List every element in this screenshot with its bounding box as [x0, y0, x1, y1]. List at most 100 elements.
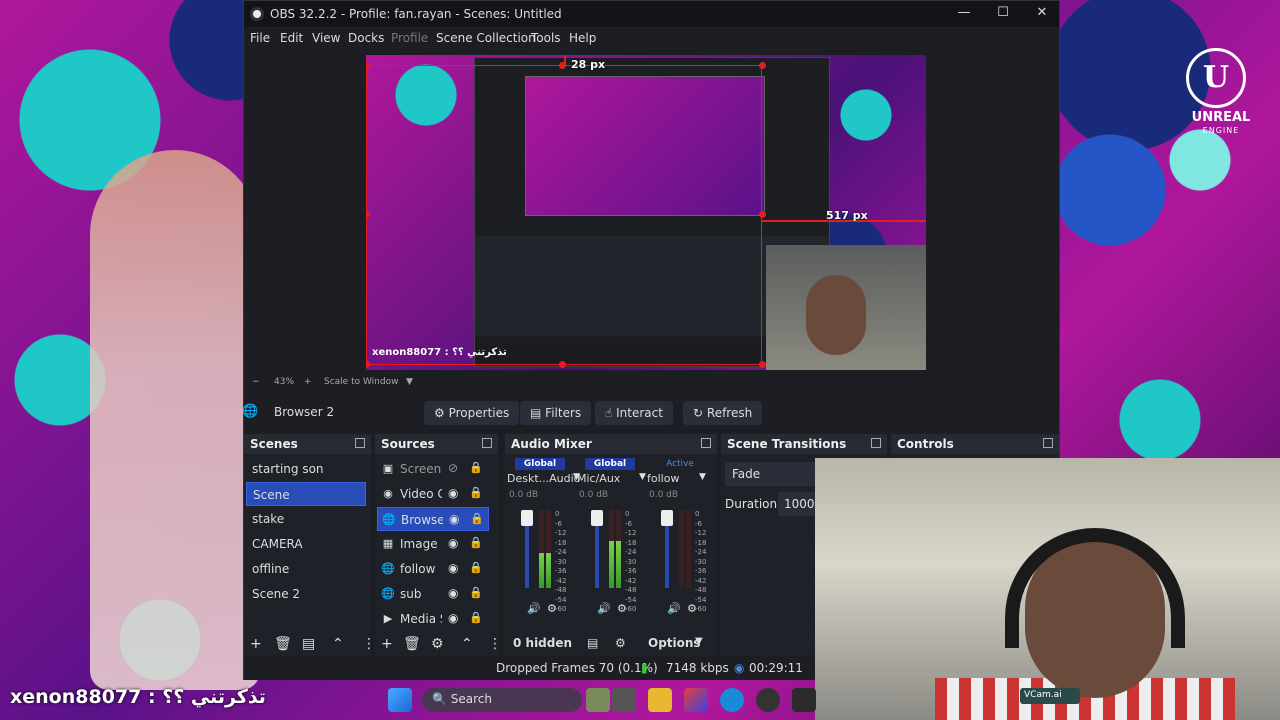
resize-handle-br[interactable]	[759, 361, 766, 368]
zoom-in-icon[interactable]: +	[304, 377, 312, 387]
gear-icon[interactable]: ⚙	[431, 636, 444, 652]
source-item[interactable]: ▦ Image 2 ◉ 🔒	[377, 532, 489, 556]
lock-icon[interactable]: 🔒	[470, 512, 484, 525]
scene-item[interactable]: offline	[246, 557, 366, 581]
obs-taskbar-icon[interactable]	[756, 688, 780, 712]
menu-file[interactable]: File	[250, 31, 270, 45]
chevron-down-icon[interactable]: ▼	[639, 472, 646, 482]
eye-icon[interactable]: ◉	[448, 536, 458, 550]
lock-icon[interactable]: 🔒	[469, 536, 483, 549]
lock-icon[interactable]: 🔒	[469, 486, 483, 499]
title-bar[interactable]: OBS 32.2.2 - Profile: fan.rayan - Scenes…	[244, 1, 1059, 27]
speaker-icon[interactable]: 🔊	[597, 602, 611, 615]
lock-icon[interactable]: 🔒	[469, 586, 483, 599]
meter-scale: 0 -6 -12 -18 -24 -30 -36 -42 -48 -54 -60	[555, 510, 567, 613]
minimize-icon[interactable]: —	[949, 5, 979, 20]
app-icon[interactable]	[612, 688, 636, 712]
add-icon[interactable]: +	[381, 636, 393, 652]
properties-button[interactable]: ⚙ Properties	[424, 401, 520, 425]
close-icon[interactable]: ✕	[1027, 5, 1057, 20]
undock-icon[interactable]	[1043, 438, 1053, 448]
undock-icon[interactable]	[701, 438, 711, 448]
menu-help[interactable]: Help	[569, 31, 596, 45]
source-item-selected[interactable]: 🌐 Browser ◉ 🔒	[377, 507, 489, 531]
channel-db: 0.0 dB	[579, 490, 609, 500]
eye-icon[interactable]: ◉	[448, 486, 458, 500]
gear-icon[interactable]: ⚙	[547, 602, 557, 615]
source-item[interactable]: ▣ Screens ⊘ 🔒	[377, 457, 489, 481]
app-icon[interactable]	[792, 688, 816, 712]
lock-icon[interactable]: 🔒	[469, 461, 483, 474]
scene-item-selected[interactable]: Scene	[246, 482, 366, 506]
trash-icon[interactable]: 🗑	[274, 636, 292, 652]
scene-item[interactable]: Scene 2	[246, 582, 366, 606]
menu-scene-collection[interactable]: Scene Collection	[436, 31, 536, 45]
more-icon[interactable]: ⋮	[362, 636, 376, 652]
scene-item[interactable]: starting son	[246, 457, 366, 481]
menu-profile[interactable]: Profile	[391, 31, 428, 45]
speaker-icon[interactable]: 🔊	[667, 602, 681, 615]
mixer-channel: Active follow ▼ 0.0 dB 0 -6 -12 -18 -24 -30 -3…	[647, 458, 717, 628]
chevron-down-icon[interactable]: ▼	[406, 377, 413, 387]
add-icon[interactable]: +	[250, 636, 262, 652]
folder-icon[interactable]	[648, 688, 672, 712]
app-icon[interactable]	[684, 688, 708, 712]
channel-scope: Global	[515, 458, 565, 470]
volume-fader-knob[interactable]	[521, 510, 533, 526]
windows-start-icon[interactable]	[388, 688, 412, 712]
undock-icon[interactable]	[355, 438, 365, 448]
resize-handle-tr[interactable]	[759, 62, 766, 69]
options-button[interactable]: Options	[648, 636, 701, 650]
interact-button[interactable]: ☝ Interact	[595, 401, 673, 425]
source-item[interactable]: ◉ Video C ◉ 🔒	[377, 482, 489, 506]
preview-area[interactable]: 28 px 517 px xenon88077 : تذكرتني ؟؟	[244, 49, 1059, 375]
source-item[interactable]: 🌐 sub ◉ 🔒	[377, 582, 489, 606]
scene-item[interactable]: CAMERA	[246, 532, 366, 556]
zoom-out-icon[interactable]: −	[252, 377, 260, 387]
selection-bounding-box[interactable]	[366, 65, 762, 365]
eye-icon[interactable]: ◉	[448, 586, 458, 600]
speaker-icon[interactable]: 🔊	[527, 602, 541, 615]
gear-icon[interactable]: ⚙	[687, 602, 697, 615]
menu-tools[interactable]: Tools	[531, 31, 561, 45]
volume-fader-knob[interactable]	[661, 510, 673, 526]
trash-icon[interactable]: 🗑	[403, 636, 421, 652]
hidden-count[interactable]: 0 hidden	[513, 636, 572, 650]
measure-line-top	[564, 55, 566, 65]
edge-icon[interactable]	[720, 688, 744, 712]
resize-handle-r[interactable]	[759, 211, 766, 218]
filter-icon[interactable]: ▤	[302, 636, 315, 652]
source-item[interactable]: ▶ Media S ◉ 🔒	[377, 607, 489, 631]
gear-icon[interactable]: ⚙	[615, 636, 626, 650]
move-up-icon[interactable]: ⌃	[332, 636, 344, 652]
selected-source-name: Browser 2	[274, 405, 335, 419]
menu-docks[interactable]: Docks	[348, 31, 384, 45]
undock-icon[interactable]	[871, 438, 881, 448]
move-up-icon[interactable]: ⌃	[461, 636, 473, 652]
maximize-icon[interactable]: ☐	[988, 5, 1018, 20]
chevron-down-icon[interactable]: ▼	[699, 472, 706, 482]
preview-canvas[interactable]: 28 px 517 px xenon88077 : تذكرتني ؟؟	[366, 55, 926, 370]
menu-view[interactable]: View	[312, 31, 340, 45]
scene-item[interactable]: stake	[246, 507, 366, 531]
undock-icon[interactable]	[482, 438, 492, 448]
chevron-down-icon[interactable]: ▼	[695, 636, 703, 647]
menu-edit[interactable]: Edit	[280, 31, 303, 45]
widget-icon[interactable]	[586, 688, 610, 712]
layout-icon[interactable]: ▤	[587, 636, 598, 650]
scale-mode-select[interactable]: Scale to Window	[324, 377, 398, 387]
gear-icon[interactable]: ⚙	[617, 602, 627, 615]
eye-hidden-icon[interactable]: ⊘	[448, 461, 458, 475]
refresh-button[interactable]: ↻ Refresh	[683, 401, 763, 425]
resize-handle-b[interactable]	[559, 361, 566, 368]
source-item[interactable]: 🌐 follow ◉ 🔒	[377, 557, 489, 581]
eye-icon[interactable]: ◉	[448, 561, 458, 575]
eye-icon[interactable]: ◉	[449, 512, 459, 526]
eye-icon[interactable]: ◉	[448, 611, 458, 625]
lock-icon[interactable]: 🔒	[469, 611, 483, 624]
taskbar-search[interactable]: 🔍 Search	[422, 688, 582, 712]
filters-button[interactable]: ▤ Filters	[520, 401, 592, 425]
lock-icon[interactable]: 🔒	[469, 561, 483, 574]
more-icon[interactable]: ⋮	[488, 636, 502, 652]
volume-fader-knob[interactable]	[591, 510, 603, 526]
